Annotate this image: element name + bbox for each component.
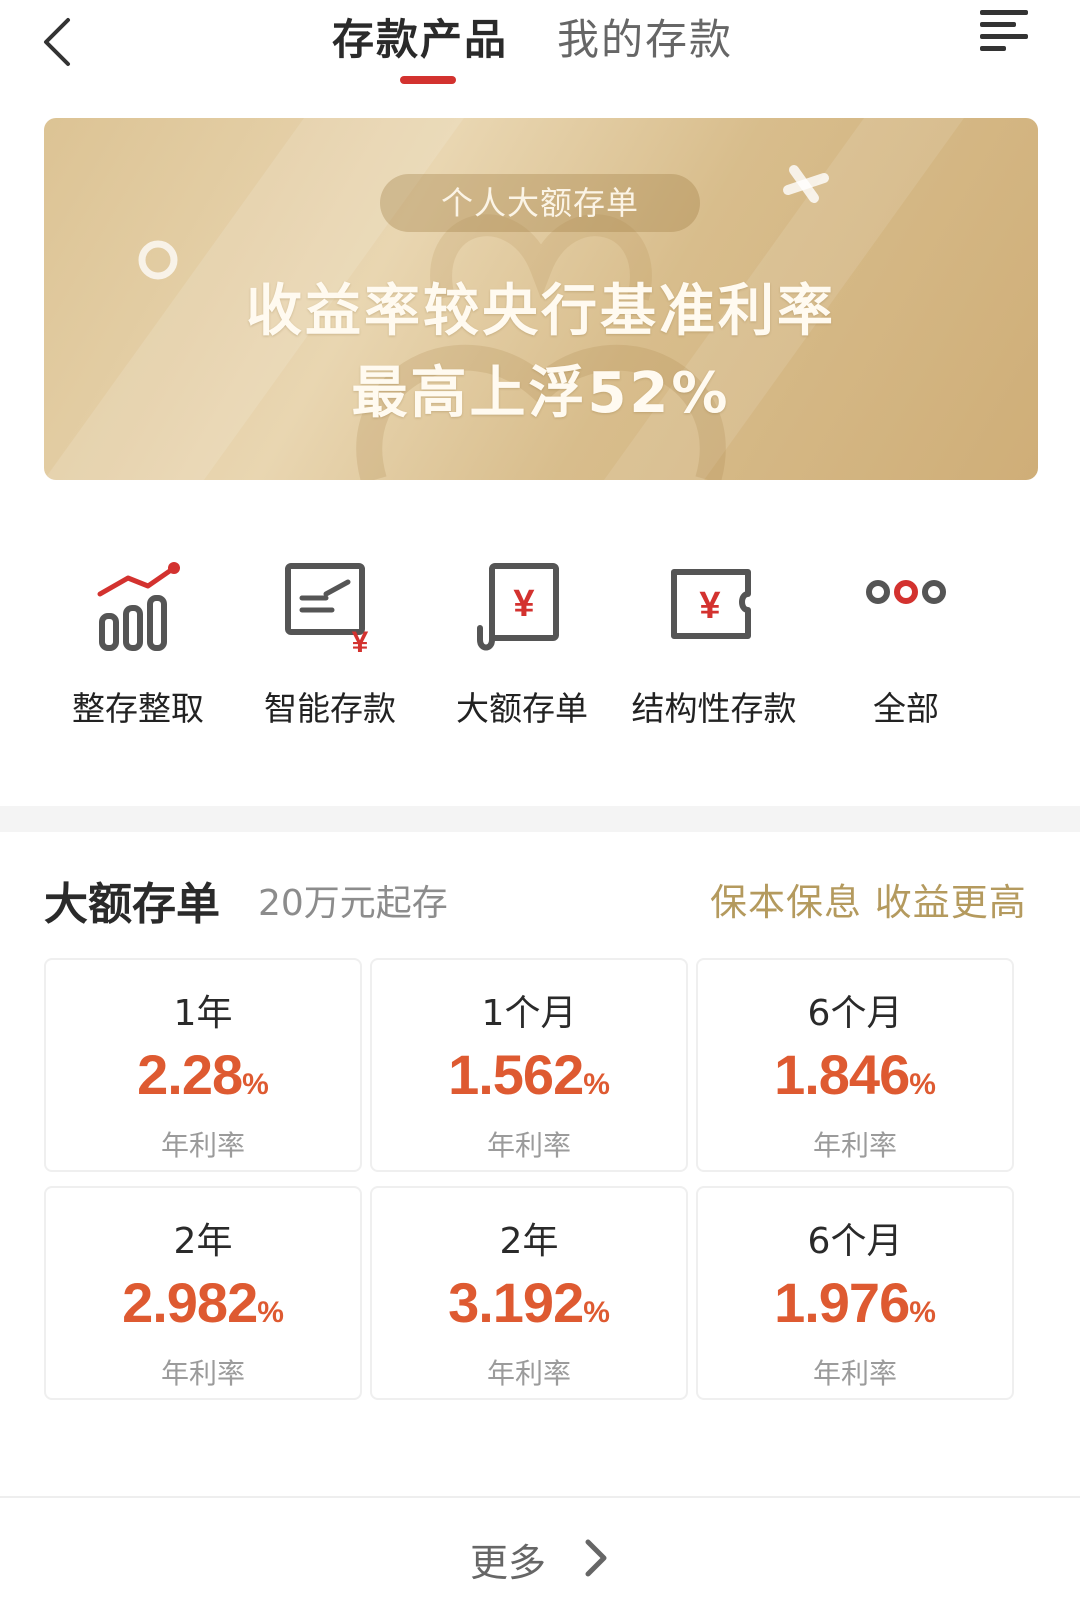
category-all[interactable]: 全部 [806, 560, 1006, 740]
category-structured-deposit[interactable]: ¥ 结构性存款 [614, 560, 814, 740]
rate-value: 1.846% [774, 1043, 936, 1106]
rate-card[interactable]: 1年 2.28% 年利率 [44, 958, 362, 1172]
more-button[interactable]: 更多 [470, 1528, 610, 1588]
active-tab-indicator [400, 76, 456, 84]
category-label: 智能存款 [264, 689, 396, 728]
ticket-yuan-icon: ¥ [671, 569, 751, 639]
rate-term: 1个月 [481, 993, 577, 1034]
category-row: 整存整取 ¥ 智能存款 ¥ 大额存单 ¥ 结构性存款 全部 [0, 560, 1080, 740]
banner-tag: 个人大额存单 [380, 174, 700, 232]
tab-deposit-products[interactable]: 存款产品 [332, 6, 508, 67]
footer-divider [0, 1496, 1080, 1498]
rate-value: 1.976% [774, 1271, 936, 1334]
rate-card[interactable]: 2年 3.192% 年利率 [370, 1186, 688, 1400]
category-label: 全部 [873, 689, 939, 728]
rate-label: 年利率 [486, 1357, 571, 1390]
more-dots-icon [866, 580, 946, 604]
rate-term: 6个月 [807, 1221, 903, 1262]
category-smart-deposit[interactable]: ¥ 智能存款 [230, 560, 430, 740]
rate-term: 2年 [499, 1221, 559, 1262]
svg-text:¥: ¥ [352, 626, 369, 659]
rate-card[interactable]: 6个月 1.846% 年利率 [696, 958, 1014, 1172]
rate-value: 2.28% [137, 1043, 269, 1106]
rate-term: 6个月 [807, 993, 903, 1034]
promo-banner[interactable]: 个人大额存单 收益率较央行基准利率 最高上浮52% [44, 118, 1038, 480]
banner-headline: 收益率较央行基准利率 [246, 279, 836, 344]
category-label: 大额存单 [456, 689, 588, 728]
back-button[interactable] [38, 12, 82, 72]
rate-value: 3.192% [448, 1271, 610, 1334]
rate-label: 年利率 [486, 1129, 571, 1162]
section-slogan: 保本保息 收益更高 [710, 881, 1027, 924]
banner-subheadline: 最高上浮52% [351, 361, 731, 426]
top-bar: 存款产品 我的存款 [0, 0, 1080, 100]
bar-growth-icon [97, 562, 180, 651]
menu-button[interactable] [976, 4, 1032, 56]
rate-card[interactable]: 1个月 1.562% 年利率 [370, 958, 688, 1172]
svg-text:¥: ¥ [513, 583, 534, 625]
rate-term: 1年 [173, 993, 233, 1034]
tab-my-deposits[interactable]: 我的存款 [557, 6, 733, 67]
rate-label: 年利率 [160, 1357, 245, 1390]
smart-deposit-icon: ¥ [285, 563, 369, 659]
rate-value: 1.562% [448, 1043, 610, 1106]
rate-card[interactable]: 6个月 1.976% 年利率 [696, 1186, 1014, 1400]
rate-term: 2年 [173, 1221, 233, 1262]
rate-label: 年利率 [812, 1129, 897, 1162]
category-label: 结构性存款 [631, 689, 797, 728]
category-fixed-deposit[interactable]: 整存整取 [38, 560, 238, 740]
category-label: 整存整取 [72, 689, 204, 728]
section-subtitle: 20万元起存 [258, 883, 448, 924]
category-large-cd[interactable]: ¥ 大额存单 [422, 560, 622, 740]
rate-value: 2.982% [122, 1271, 284, 1334]
rate-card[interactable]: 2年 2.982% 年利率 [44, 1186, 362, 1400]
certificate-yuan-icon: ¥ [477, 563, 559, 651]
chevron-right-icon [585, 1539, 607, 1577]
section-title: 大额存单 [44, 879, 220, 930]
menu-icon [980, 10, 1028, 51]
section-divider [0, 806, 1080, 832]
more-label: 更多 [470, 1541, 547, 1585]
chevron-left-icon [44, 18, 70, 66]
rate-label: 年利率 [160, 1129, 245, 1162]
svg-text:¥: ¥ [699, 585, 720, 627]
rate-label: 年利率 [812, 1357, 897, 1390]
